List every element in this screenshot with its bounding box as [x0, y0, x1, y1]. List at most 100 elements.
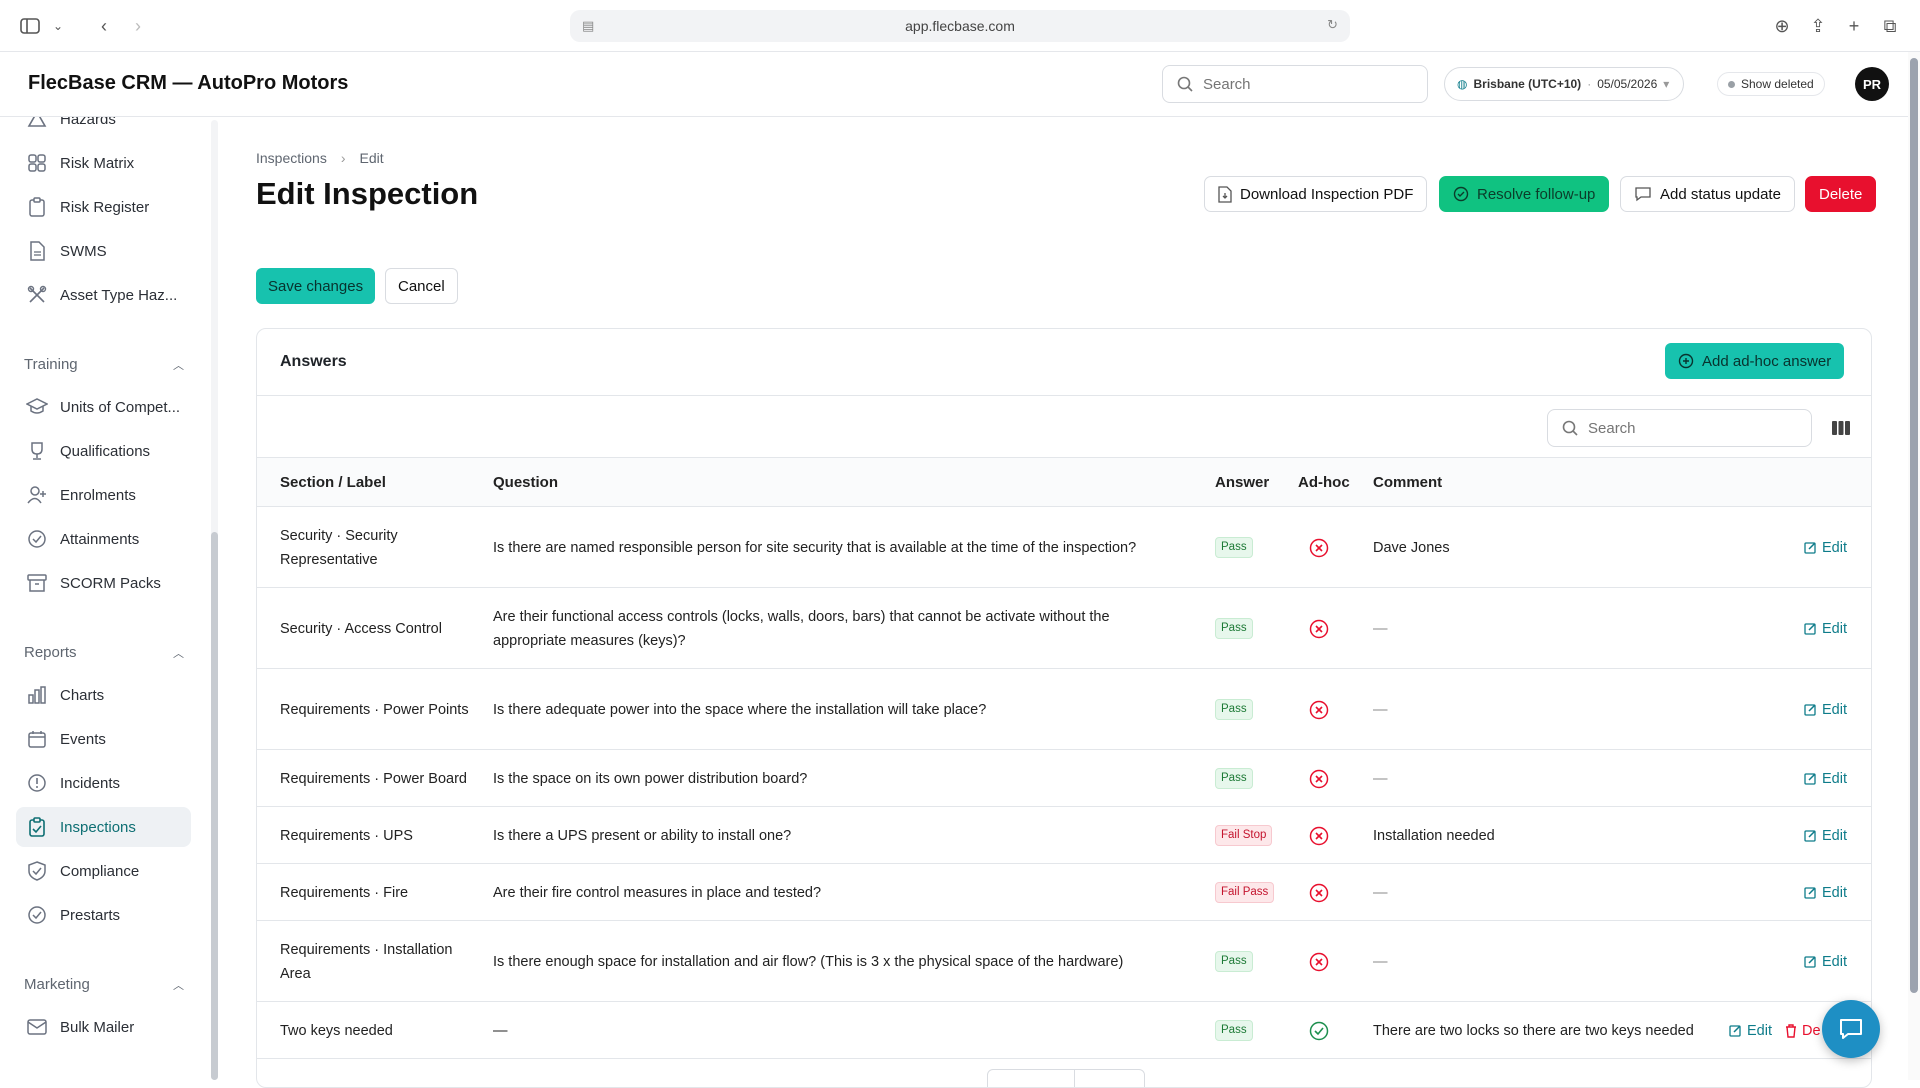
comment-text: Dave Jones [1373, 539, 1450, 556]
table-row: Security · Security Representative Is the… [257, 507, 1871, 588]
warning-icon [26, 117, 48, 130]
cell-section: Two keys needed [280, 1002, 470, 1059]
add-status-update-button[interactable]: Add status update [1620, 176, 1795, 212]
cell-comment: — [1373, 669, 1723, 750]
sidebar-scrollbar-thumb[interactable] [211, 532, 218, 1080]
edit-label: Edit [1822, 620, 1847, 637]
edit-button[interactable]: Edit [1804, 864, 1852, 921]
table-header: Section / Label Question Answer Ad-hoc C… [257, 457, 1871, 507]
cell-comment: — [1373, 864, 1723, 921]
sidebar-item-swms[interactable]: SWMS [16, 231, 191, 271]
edit-button[interactable]: Edit [1804, 750, 1852, 807]
show-deleted-toggle[interactable]: Show deleted [1717, 72, 1825, 96]
sidebar-toggle-icon[interactable] [16, 12, 44, 40]
edit-button[interactable]: Edit [1729, 1002, 1777, 1059]
edit-icon [1804, 623, 1816, 635]
url-text: app.flecbase.com [905, 18, 1015, 34]
sidebar-item-charts[interactable]: Charts [16, 675, 191, 715]
sidebar-section-training[interactable]: Training ︿ [24, 356, 184, 373]
sidebar-item-hazards[interactable]: Hazards [16, 117, 191, 139]
download-icon[interactable]: ⊕ [1768, 12, 1796, 40]
comment-text: — [1373, 884, 1388, 901]
pagination[interactable] [987, 1069, 1145, 1087]
section-label: Two keys needed [280, 1022, 393, 1039]
table-search[interactable] [1547, 409, 1812, 447]
tabs-overview-icon[interactable]: ⧉ [1876, 12, 1904, 40]
sidebar-item-qualifications[interactable]: Qualifications [16, 431, 191, 471]
show-deleted-label: Show deleted [1741, 77, 1814, 91]
table-search-input[interactable] [1588, 419, 1788, 437]
column-header-adhoc[interactable]: Ad-hoc [1298, 474, 1350, 491]
question-text: Are their functional access controls (lo… [493, 608, 1110, 649]
grid-icon [26, 152, 48, 174]
delete-button[interactable]: Delete [1805, 176, 1877, 212]
edit-button[interactable]: Edit [1804, 921, 1852, 1002]
chat-button[interactable] [1822, 1000, 1880, 1058]
cell-answer: Pass [1215, 921, 1285, 1002]
comment-text: Installation needed [1373, 827, 1495, 844]
sidebar-item-incidents[interactable]: Incidents [16, 763, 191, 803]
sidebar-item-inspections[interactable]: Inspections [16, 807, 191, 847]
cell-section: Requirements · Fire [280, 864, 470, 921]
table-row: Two keys needed — Pass There are two locks … [257, 1002, 1871, 1059]
sidebar-item-compliance[interactable]: Compliance [16, 851, 191, 891]
sidebar-item-risk-matrix[interactable]: Risk Matrix [16, 143, 191, 183]
breadcrumb-inspections-link[interactable]: Inspections [256, 150, 327, 166]
answer-badge: Pass [1215, 618, 1253, 639]
save-changes-button[interactable]: Save changes [256, 268, 376, 304]
question-text: Is there a UPS present or ability to ins… [493, 827, 792, 844]
cell-section: Security · Access Control [280, 588, 470, 669]
edit-button[interactable]: Edit [1804, 807, 1852, 864]
download-pdf-button[interactable]: Download Inspection PDF [1204, 176, 1428, 212]
table-row: Requirements · Fire Are their fire contro… [257, 864, 1871, 921]
mail-icon [26, 1016, 48, 1038]
chevron-up-icon: ︿ [173, 647, 184, 660]
column-header-comment[interactable]: Comment [1373, 474, 1442, 491]
resolve-follow-up-button[interactable]: Resolve follow-up [1439, 176, 1610, 212]
edit-button[interactable]: Edit [1804, 588, 1852, 669]
back-icon[interactable]: ‹ [90, 12, 118, 40]
column-header-section[interactable]: Section / Label [280, 474, 386, 491]
chevron-down-icon[interactable]: ⌄ [44, 12, 72, 40]
edit-button[interactable]: Edit [1804, 669, 1852, 750]
share-icon[interactable]: ⇪ [1804, 12, 1832, 40]
sidebar-item-scorm-packs[interactable]: SCORM Packs [16, 563, 191, 603]
new-tab-icon[interactable]: + [1840, 12, 1868, 40]
sidebar-item-attainments[interactable]: Attainments [16, 519, 191, 559]
column-header-question[interactable]: Question [493, 474, 558, 491]
columns-icon[interactable] [1827, 414, 1855, 442]
cell-question: Are their fire control measures in place… [493, 864, 1183, 921]
sidebar-item-units-of-competency[interactable]: Units of Compet... [16, 387, 191, 427]
forward-icon[interactable]: › [124, 12, 152, 40]
page-scrollbar-thumb[interactable] [1910, 58, 1918, 993]
cell-section: Requirements · Power Board [280, 750, 470, 807]
sidebar-item-events[interactable]: Events [16, 719, 191, 759]
reload-icon[interactable]: ↻ [1327, 17, 1338, 33]
sidebar-item-prestarts[interactable]: Prestarts [16, 895, 191, 935]
question-text: Is there are named responsible person fo… [493, 539, 1137, 556]
sidebar-section-marketing[interactable]: Marketing ︿ [24, 976, 184, 993]
x-circle-icon [1309, 769, 1329, 788]
sidebar-item-asset-type-hazards[interactable]: Asset Type Haz... [16, 275, 191, 315]
section-label: Requirements · UPS [280, 827, 413, 844]
cell-question: Is there a UPS present or ability to ins… [493, 807, 1183, 864]
section-label: Requirements · Power Points [280, 701, 469, 718]
shield-check-icon [26, 860, 48, 882]
file-pdf-icon [1218, 185, 1232, 203]
edit-button[interactable]: Edit [1804, 507, 1852, 588]
sidebar-item-risk-register[interactable]: Risk Register [16, 187, 191, 227]
sidebar-item-bulk-mailer[interactable]: Bulk Mailer [16, 1007, 191, 1047]
column-header-answer[interactable]: Answer [1215, 474, 1269, 491]
cell-answer: Pass [1215, 750, 1285, 807]
sidebar-item-enrolments[interactable]: Enrolments [16, 475, 191, 515]
avatar[interactable]: PR [1855, 67, 1889, 101]
add-adhoc-answer-button[interactable]: Add ad-hoc answer [1665, 343, 1845, 379]
address-bar[interactable]: ▤ app.flecbase.com ↻ [570, 10, 1350, 42]
browser-toolbar: ⌄ ‹ › ▤ app.flecbase.com ↻ ⊕ ⇪ + ⧉ [0, 0, 1920, 52]
sidebar-section-reports[interactable]: Reports ︿ [24, 644, 184, 661]
global-search[interactable] [1162, 65, 1428, 103]
timezone-selector[interactable]: ◍ Brisbane (UTC+10) · 05/05/2026 ▾ [1444, 67, 1685, 101]
edit-icon [1804, 956, 1816, 968]
cancel-button[interactable]: Cancel [385, 268, 458, 304]
global-search-input[interactable] [1203, 75, 1403, 93]
